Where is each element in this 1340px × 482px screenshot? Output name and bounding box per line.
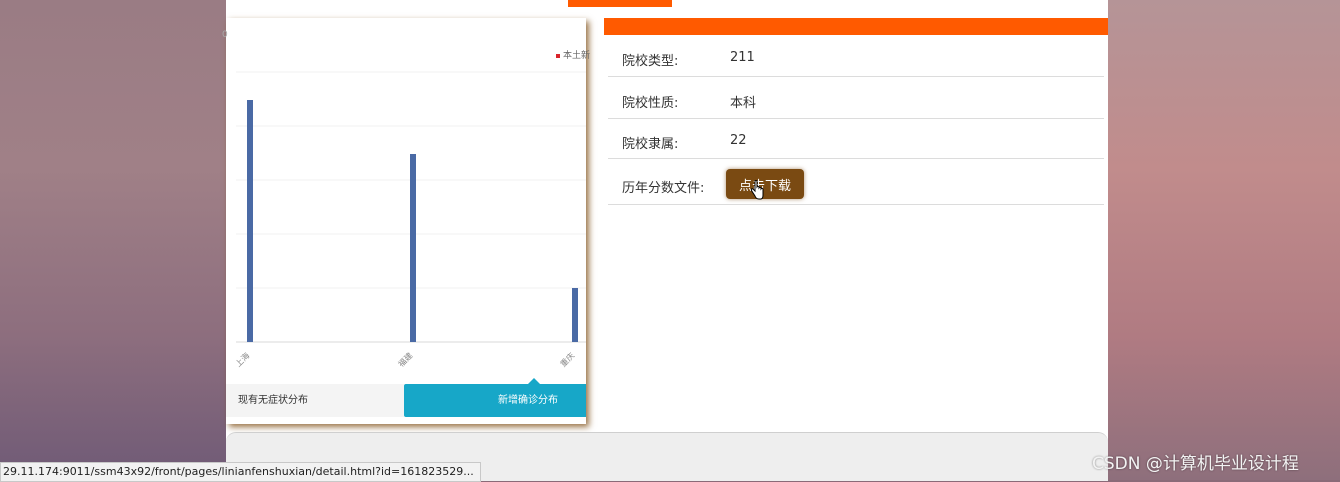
- download-button[interactable]: 点击下载: [726, 169, 804, 199]
- detail-header-bar: [604, 18, 1108, 35]
- row-label: 院校类型:: [622, 54, 679, 69]
- row-school-affiliation: 院校隶属: 22: [608, 119, 1104, 159]
- x-tick-label: 上海: [233, 350, 251, 368]
- row-value: 22: [730, 133, 747, 148]
- top-accent-bar: [568, 0, 672, 7]
- row-school-nature: 院校性质: 本科: [608, 77, 1104, 119]
- tab-new-confirmed[interactable]: 新增确诊分布: [404, 384, 586, 417]
- row-school-type: 院校类型: 211: [608, 36, 1104, 77]
- watermark: CSDN @计算机毕业设计程: [1092, 454, 1299, 474]
- row-score-files: 历年分数文件:: [608, 159, 1104, 205]
- background-left: [0, 0, 226, 480]
- row-value: 本科: [730, 96, 757, 111]
- x-tick-label: 福建: [396, 350, 414, 368]
- bar-重庆[interactable]: [572, 288, 578, 342]
- row-value: 211: [730, 50, 755, 65]
- legend-label: 本土新: [563, 51, 591, 61]
- chart-legend[interactable]: 本土新: [556, 48, 590, 61]
- status-bar-url: 29.11.174:9011/ssm43x92/front/pages/lini…: [0, 462, 481, 482]
- x-tick-label: 重庆: [558, 350, 576, 368]
- legend-swatch: [556, 53, 560, 58]
- row-label: 院校性质:: [622, 96, 679, 111]
- background-right: [1108, 0, 1340, 480]
- tab-asymptomatic[interactable]: 现有无症状分布: [226, 384, 404, 417]
- row-label: 历年分数文件:: [622, 181, 705, 196]
- row-label: 院校隶属:: [622, 137, 679, 152]
- bar-上海[interactable]: [247, 100, 253, 342]
- bar-chart: 上海 福建 重庆: [233, 71, 586, 369]
- bar-福建[interactable]: [410, 154, 416, 342]
- hand-cursor-icon: [750, 180, 764, 200]
